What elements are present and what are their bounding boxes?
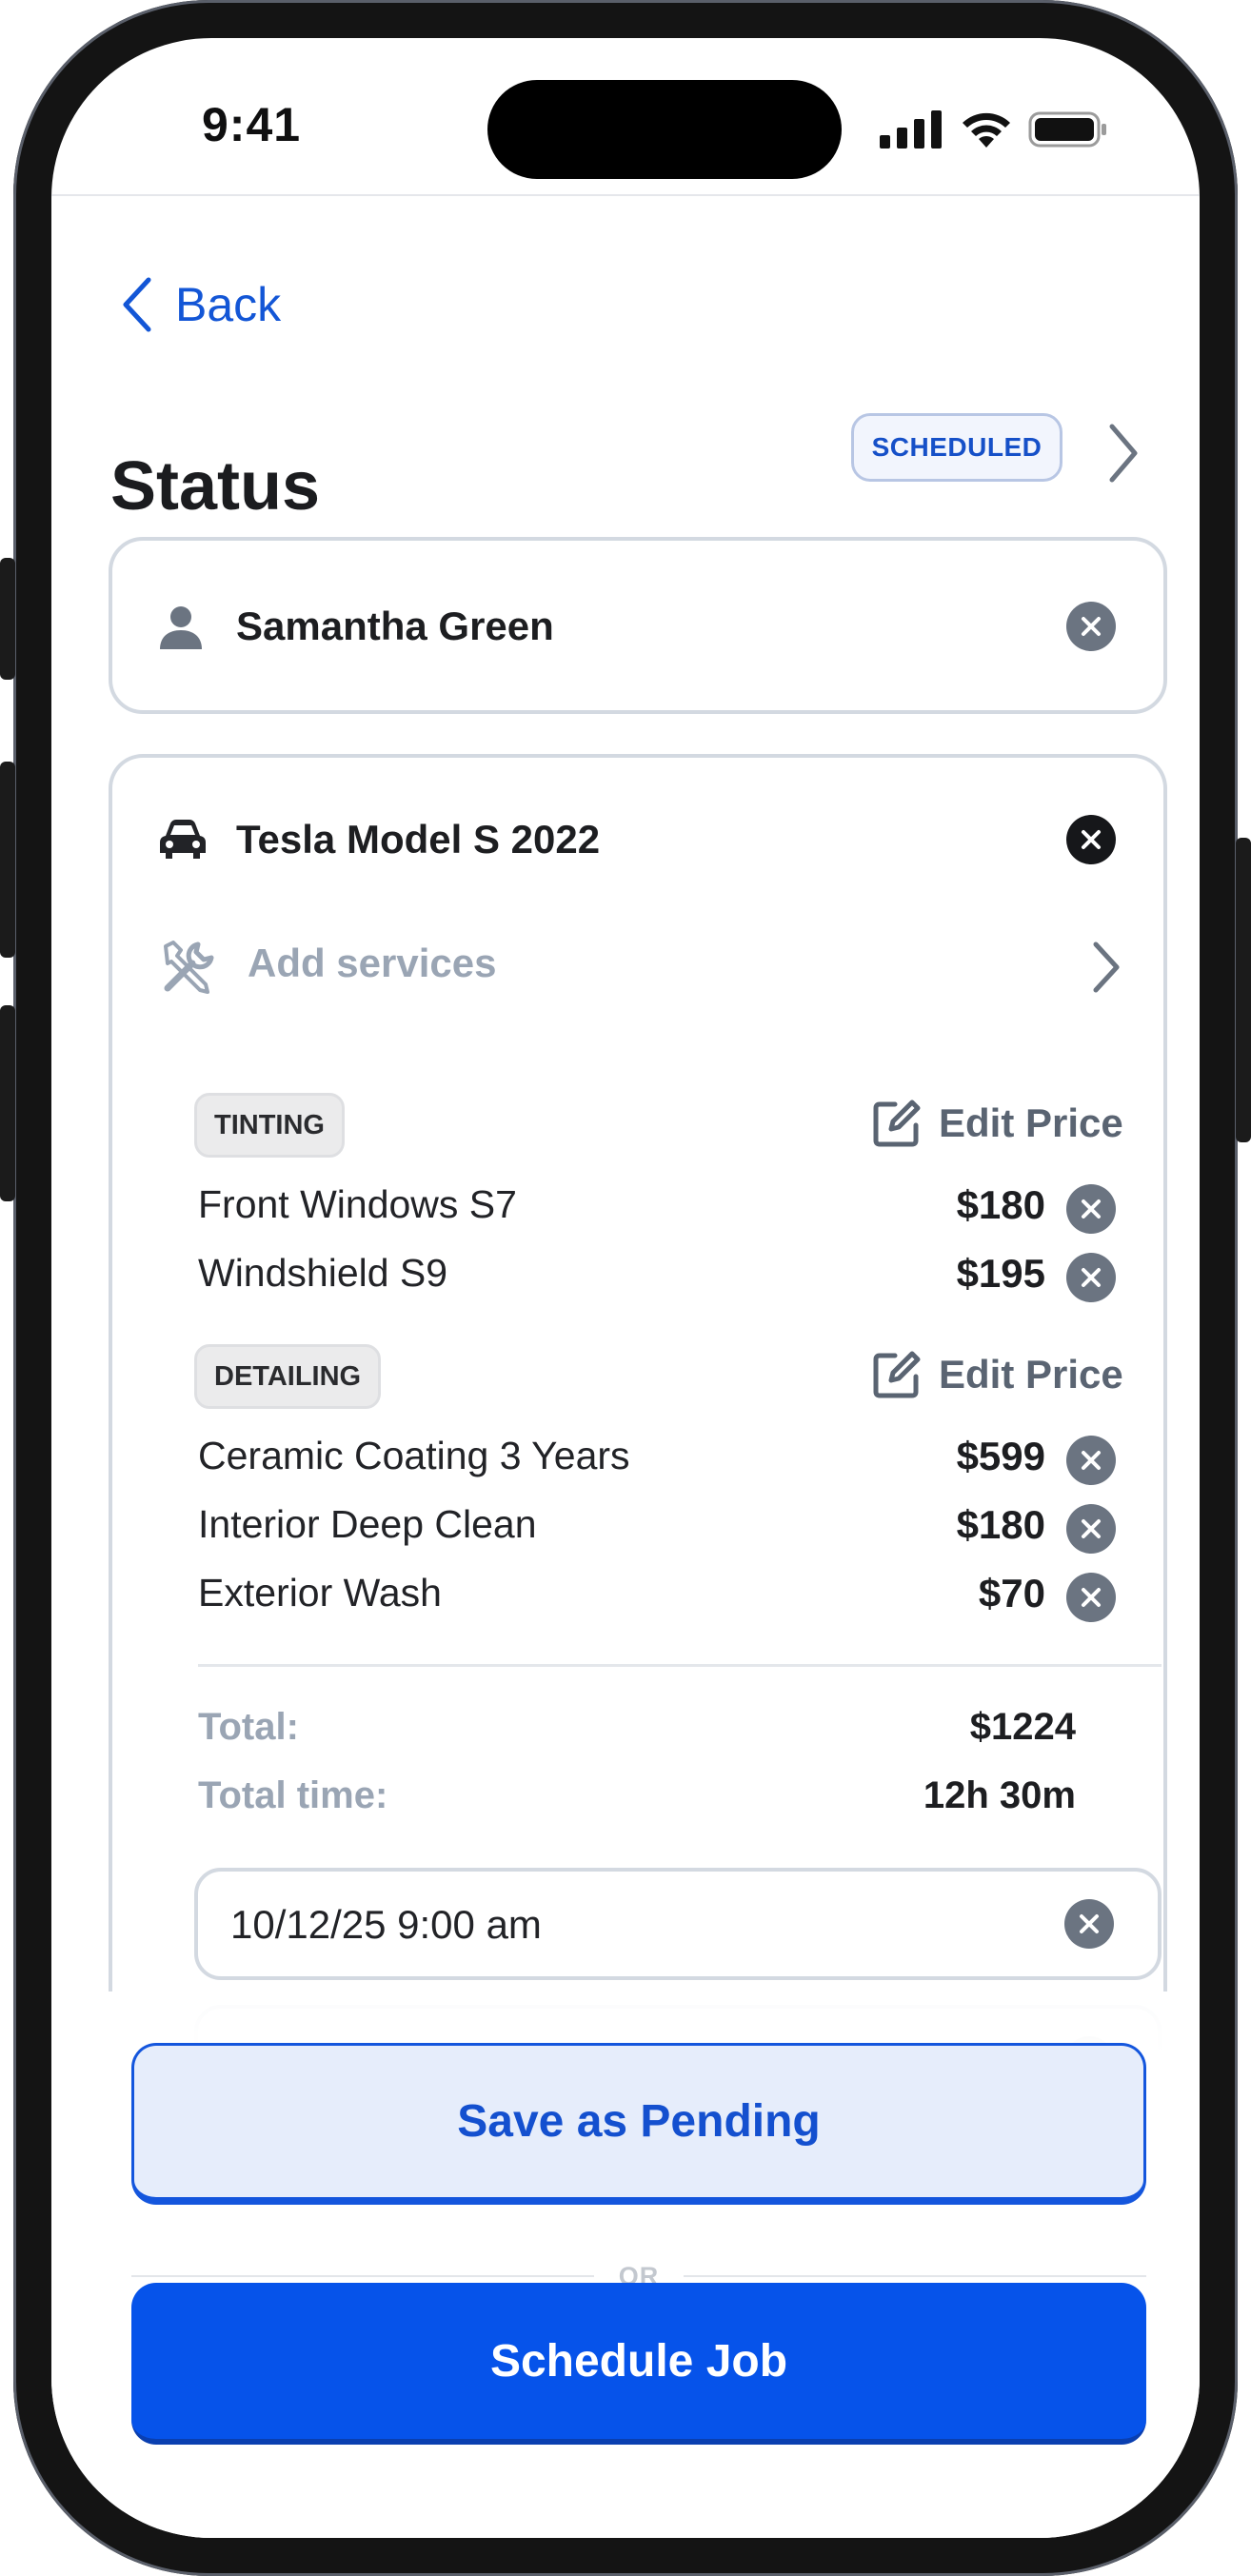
customer-card[interactable]: Samantha Green bbox=[109, 537, 1167, 714]
edit-price-button-detailing[interactable]: Edit Price bbox=[872, 1350, 1123, 1399]
power-button bbox=[1236, 838, 1251, 1142]
volume-up-button bbox=[0, 762, 15, 958]
status-time: 9:41 bbox=[202, 98, 302, 151]
datetime-value: 10/12/25 9:00 am bbox=[230, 1902, 542, 1947]
service-price: $195 bbox=[956, 1251, 1045, 1296]
service-price: $599 bbox=[956, 1434, 1045, 1478]
action-button bbox=[0, 558, 15, 680]
tools-icon bbox=[164, 941, 214, 994]
close-icon bbox=[1082, 1588, 1101, 1607]
vehicle-card: Tesla Model S 2022 Add services TINTING bbox=[109, 754, 1167, 2117]
status-icons bbox=[880, 103, 1108, 156]
chevron-left-icon bbox=[123, 277, 151, 332]
edit-price-label: Edit Price bbox=[939, 1100, 1123, 1145]
person-icon bbox=[160, 606, 202, 649]
header-divider bbox=[51, 194, 1200, 196]
clear-vehicle-button[interactable] bbox=[1066, 815, 1116, 864]
total-value: $1224 bbox=[969, 1706, 1076, 1748]
page-title: Status bbox=[110, 448, 321, 525]
service-name: Ceramic Coating 3 Years bbox=[198, 1434, 630, 1477]
category-chip-tinting: TINTING bbox=[194, 1093, 345, 1158]
totals-divider bbox=[198, 1664, 1162, 1667]
service-name: Front Windows S7 bbox=[198, 1182, 517, 1226]
clear-datetime-button[interactable] bbox=[1064, 1899, 1114, 1949]
category-chip-detailing: DETAILING bbox=[194, 1344, 382, 1409]
status-badge[interactable]: SCHEDULED bbox=[851, 413, 1062, 482]
customer-name: Samantha Green bbox=[236, 604, 554, 648]
phone-frame: 9:41 Back Status SCHEDULED Samantha Gree… bbox=[0, 0, 1251, 2576]
remove-service-button[interactable] bbox=[1066, 1436, 1116, 1485]
clear-customer-button[interactable] bbox=[1066, 602, 1116, 651]
service-name: Interior Deep Clean bbox=[198, 1502, 537, 1546]
chevron-right-icon[interactable] bbox=[1106, 423, 1141, 484]
close-icon bbox=[1082, 1519, 1101, 1538]
separator-line bbox=[684, 2275, 1146, 2277]
battery-icon bbox=[1028, 111, 1106, 148]
edit-price-button-tinting[interactable]: Edit Price bbox=[872, 1099, 1123, 1148]
remove-service-button[interactable] bbox=[1066, 1573, 1116, 1622]
close-icon bbox=[1080, 1914, 1099, 1933]
car-icon bbox=[160, 820, 206, 859]
service-name: Exterior Wash bbox=[198, 1571, 442, 1615]
dynamic-island bbox=[487, 80, 842, 179]
close-icon bbox=[1082, 830, 1101, 849]
total-time-label: Total time: bbox=[198, 1774, 388, 1816]
close-icon bbox=[1082, 617, 1101, 636]
datetime-field[interactable]: 10/12/25 9:00 am bbox=[194, 1868, 1162, 1980]
total-label: Total: bbox=[198, 1706, 299, 1748]
schedule-job-button[interactable]: Schedule Job bbox=[131, 2283, 1146, 2445]
vehicle-name: Tesla Model S 2022 bbox=[236, 817, 601, 862]
screen: 9:41 Back Status SCHEDULED Samantha Gree… bbox=[51, 38, 1200, 2538]
add-services-row[interactable]: Add services bbox=[160, 935, 1122, 998]
service-name: Windshield S9 bbox=[198, 1251, 448, 1295]
edit-icon bbox=[873, 1351, 921, 1398]
wifi-icon bbox=[963, 112, 1010, 148]
close-icon bbox=[1082, 1199, 1101, 1219]
service-price: $70 bbox=[978, 1571, 1045, 1615]
service-price: $180 bbox=[956, 1502, 1045, 1547]
service-price: $180 bbox=[956, 1182, 1045, 1227]
remove-service-button[interactable] bbox=[1066, 1184, 1116, 1234]
back-label: Back bbox=[175, 278, 282, 331]
close-icon bbox=[1082, 1268, 1101, 1287]
save-as-pending-button[interactable]: Save as Pending bbox=[131, 2043, 1146, 2205]
volume-down-button bbox=[0, 1005, 15, 1201]
edit-price-label: Edit Price bbox=[939, 1352, 1123, 1397]
remove-service-button[interactable] bbox=[1066, 1504, 1116, 1554]
edit-icon bbox=[873, 1100, 921, 1147]
close-icon bbox=[1082, 1451, 1101, 1470]
total-time-value: 12h 30m bbox=[923, 1774, 1076, 1816]
remove-service-button[interactable] bbox=[1066, 1253, 1116, 1302]
chevron-right-icon bbox=[1093, 941, 1120, 993]
signal-icon bbox=[880, 110, 942, 149]
back-button[interactable]: Back bbox=[120, 276, 281, 333]
add-services-label: Add services bbox=[248, 941, 497, 985]
